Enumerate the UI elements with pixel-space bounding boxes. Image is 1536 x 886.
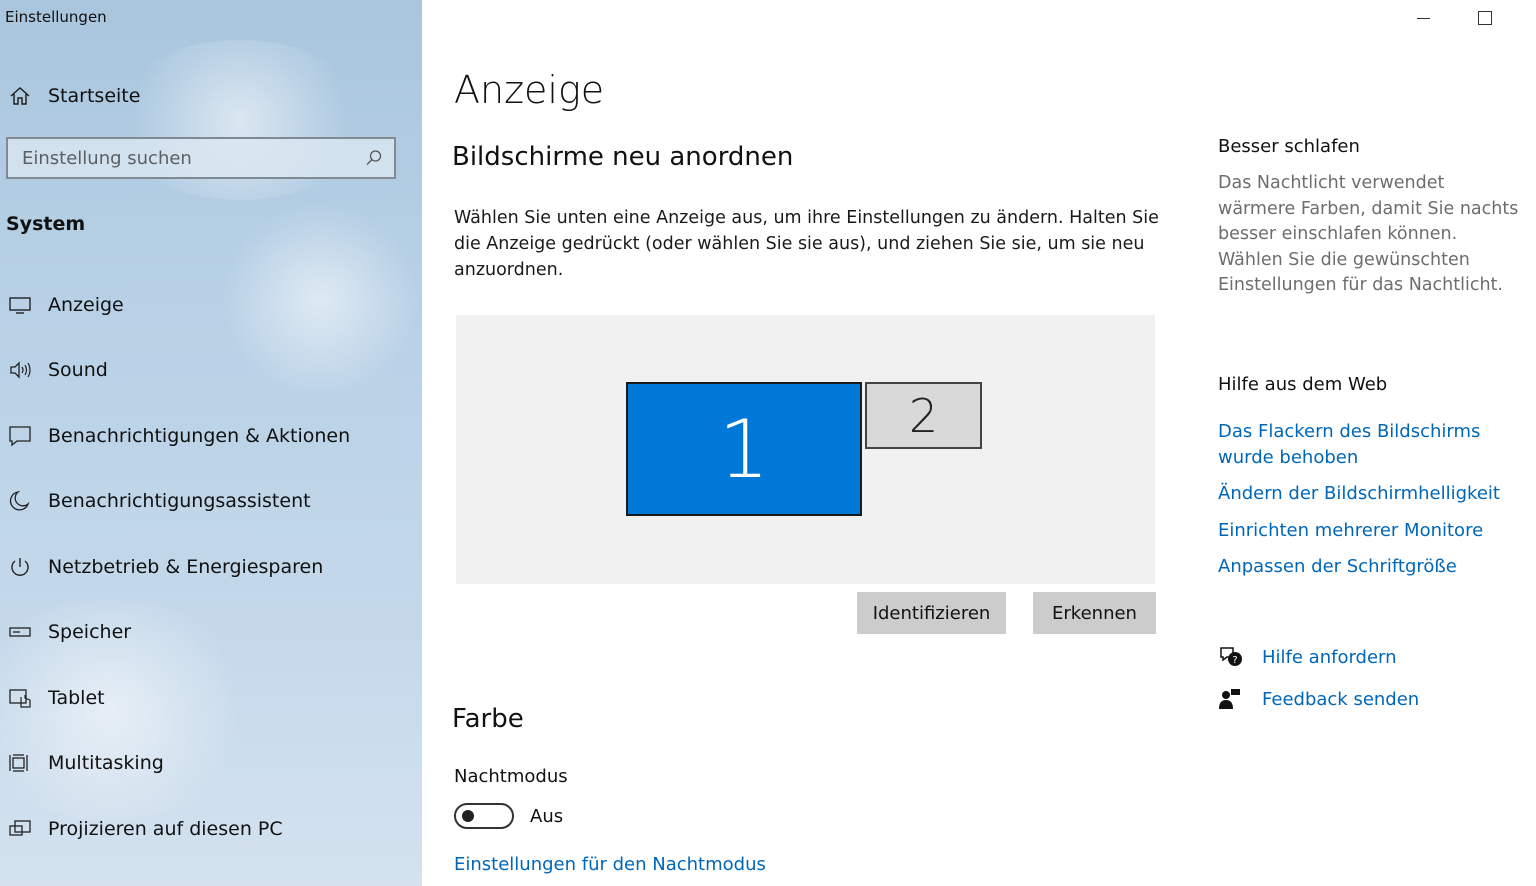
night-mode-settings-link[interactable]: Einstellungen für den Nachtmodus [454, 854, 766, 875]
project-icon [6, 817, 34, 841]
feedback-row[interactable]: Feedback senden [1218, 687, 1419, 711]
sidebar-item-label: Benachrichtigungsassistent [48, 490, 311, 513]
window-title: Einstellungen [5, 8, 107, 26]
search-input[interactable] [8, 138, 364, 178]
get-help-row[interactable]: ? Hilfe anfordern [1218, 645, 1397, 669]
rearrange-description: Wählen Sie unten eine Anzeige aus, um ih… [454, 208, 1159, 280]
maximize-button[interactable] [1454, 4, 1516, 32]
sidebar-item-label: Sound [48, 359, 108, 382]
search-icon[interactable] [364, 148, 384, 168]
sidebar-item-multitasking[interactable]: Multitasking [6, 731, 350, 797]
toggle-knob [462, 810, 474, 822]
sidebar-item-anzeige[interactable]: Anzeige [6, 272, 350, 338]
sidebar: Einstellungen Startseite System Anzeige … [0, 0, 422, 886]
minimize-button[interactable] [1392, 4, 1454, 32]
maximize-icon [1478, 11, 1492, 25]
night-mode-toggle[interactable] [454, 803, 514, 829]
minimize-icon [1416, 17, 1430, 19]
sidebar-item-notifications[interactable]: Benachrichtigungen & Aktionen [6, 403, 350, 469]
window-controls [1392, 4, 1516, 32]
help-chat-icon: ? [1218, 645, 1244, 669]
sidebar-item-label: Netzbetrieb & Energiesparen [48, 555, 324, 578]
moon-icon [6, 489, 34, 513]
identify-button[interactable]: Identifizieren [857, 592, 1006, 634]
sidebar-item-storage[interactable]: Speicher [6, 600, 350, 666]
home-icon [6, 84, 34, 108]
search-box [6, 137, 396, 179]
page-title: Anzeige [454, 68, 605, 112]
help-link-brightness[interactable]: Ändern der Bildschirmhelligkeit [1218, 481, 1523, 507]
storage-icon [6, 620, 34, 644]
help-link-font-size[interactable]: Anpassen der Schriftgröße [1218, 554, 1523, 580]
get-help-link[interactable]: Hilfe anfordern [1262, 647, 1397, 668]
display-arrangement-area[interactable]: 1 2 [456, 315, 1155, 584]
multitasking-icon [6, 751, 34, 775]
color-heading: Farbe [452, 704, 524, 734]
sidebar-item-power[interactable]: Netzbetrieb & Energiesparen [6, 534, 350, 600]
monitor-2[interactable]: 2 [865, 382, 982, 449]
sleep-text: Das Nachtlicht verwendet wärmere Farben,… [1218, 173, 1519, 295]
feedback-link[interactable]: Feedback senden [1262, 689, 1419, 710]
speaker-icon [6, 358, 34, 382]
monitor-1-number: 1 [718, 402, 770, 496]
night-mode-label: Nachtmodus [454, 766, 568, 787]
sidebar-item-focus-assist[interactable]: Benachrichtigungsassistent [6, 469, 350, 535]
display-icon [6, 293, 34, 317]
web-help-heading: Hilfe aus dem Web [1218, 374, 1388, 395]
feedback-icon [1218, 687, 1244, 711]
notification-icon [6, 424, 34, 448]
help-link-flicker[interactable]: Das Flackern des Bildschirms wurde behob… [1218, 419, 1523, 470]
sidebar-nav: Anzeige Sound Benachrichtigungen & Aktio… [6, 272, 350, 862]
sidebar-item-tablet[interactable]: Tablet [6, 665, 350, 731]
help-link-multiple-monitors[interactable]: Einrichten mehrerer Monitore [1218, 518, 1523, 544]
detect-button[interactable]: Erkennen [1033, 592, 1156, 634]
section-label-system: System [6, 213, 86, 235]
sidebar-home[interactable]: Startseite [6, 80, 140, 112]
sidebar-item-label: Multitasking [48, 752, 164, 775]
sidebar-item-label: Tablet [48, 686, 105, 709]
rearrange-heading: Bildschirme neu anordnen [452, 142, 794, 172]
monitor-1[interactable]: 1 [626, 382, 862, 516]
sleep-heading: Besser schlafen [1218, 136, 1360, 157]
svg-text:?: ? [1232, 655, 1237, 666]
monitor-2-number: 2 [908, 388, 939, 443]
sidebar-item-label: Benachrichtigungen & Aktionen [48, 424, 351, 447]
sidebar-item-label: Projizieren auf diesen PC [48, 817, 283, 840]
sidebar-home-label: Startseite [48, 85, 141, 107]
sidebar-item-label: Anzeige [48, 293, 124, 316]
night-mode-state: Aus [530, 806, 564, 827]
sidebar-item-project[interactable]: Projizieren auf diesen PC [6, 796, 350, 862]
sidebar-item-label: Speicher [48, 621, 132, 644]
power-icon [6, 555, 34, 579]
tablet-icon [6, 686, 34, 710]
sidebar-item-sound[interactable]: Sound [6, 338, 350, 404]
